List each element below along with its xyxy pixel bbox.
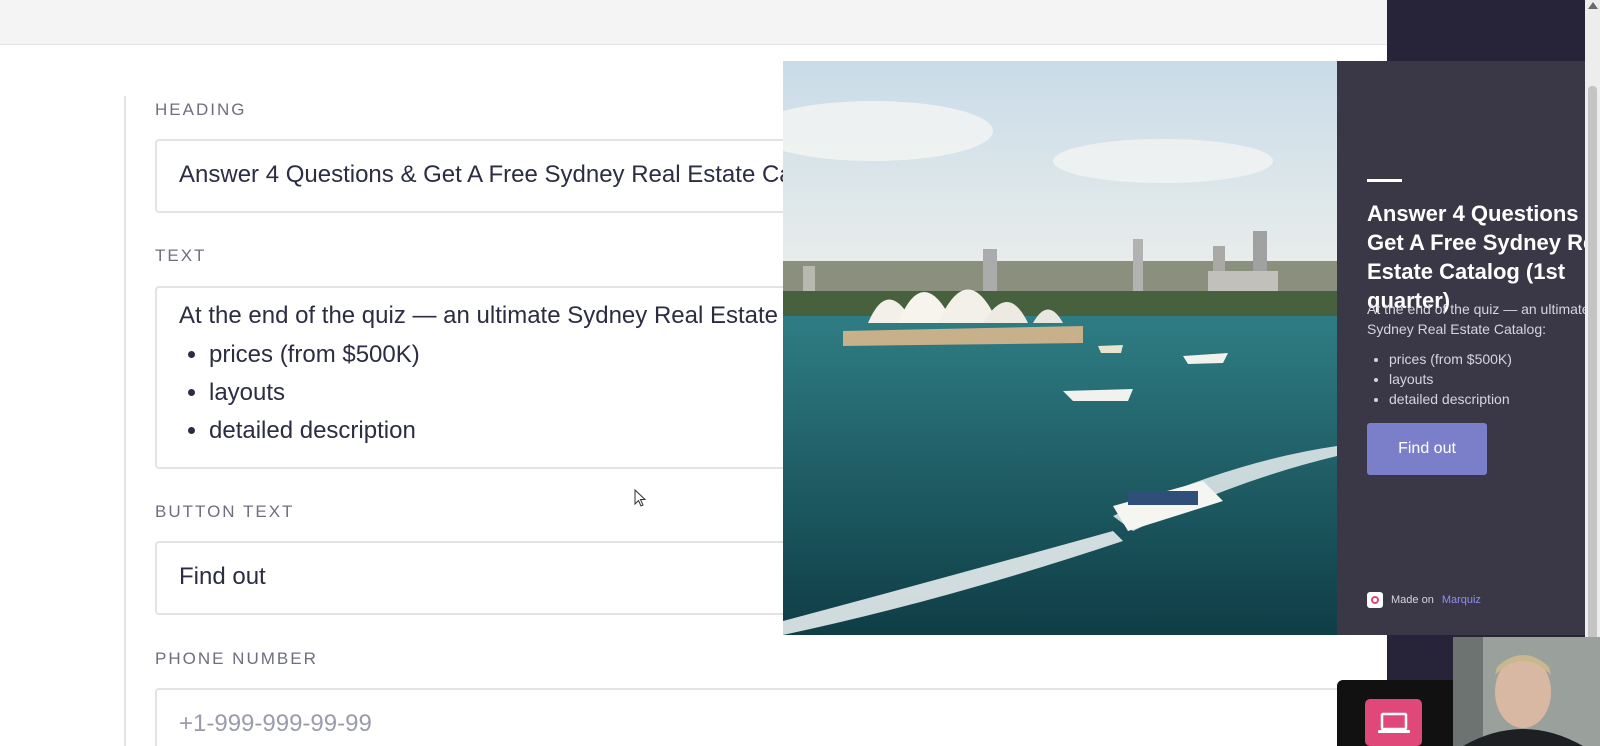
- phone-number-field[interactable]: +1-999-999-99-99: [155, 688, 1385, 746]
- find-out-button[interactable]: Find out: [1367, 423, 1487, 475]
- preview-list-item: prices (from $500K): [1389, 349, 1512, 369]
- text-label: TEXT: [155, 246, 207, 265]
- text-list-item: detailed description: [209, 412, 420, 450]
- preview-list-item: detailed description: [1389, 389, 1512, 409]
- laptop-button[interactable]: [1365, 699, 1422, 746]
- editor-guide-line: [124, 96, 126, 746]
- marquiz-logo-icon: [1367, 592, 1383, 608]
- text-intro: At the end of the quiz — an ultimate Syd…: [179, 302, 875, 329]
- button-text-value: Find out: [179, 563, 266, 590]
- marquiz-link[interactable]: Marquiz: [1442, 594, 1481, 606]
- heading-label: HEADING: [155, 100, 247, 119]
- made-on-text: Made on: [1391, 594, 1434, 606]
- scroll-up-arrow-icon[interactable]: [1588, 2, 1598, 9]
- text-list-item: layouts: [209, 374, 420, 412]
- laptop-icon: [1377, 712, 1410, 733]
- preview-description: At the end of the quiz — an ultimate Syd…: [1367, 301, 1585, 337]
- top-bar: [0, 0, 1387, 45]
- phone-number-placeholder: +1-999-999-99-99: [179, 710, 372, 737]
- title-dash: [1367, 179, 1402, 182]
- phone-number-label: PHONE NUMBER: [155, 649, 318, 668]
- quiz-info-panel: Answer 4 Questions & Get A Free Sydney R…: [1337, 61, 1585, 635]
- text-list-item: prices (from $500K): [209, 336, 420, 374]
- preview-list-item: layouts: [1389, 369, 1512, 389]
- preview-title: Answer 4 Questions & Get A Free Sydney R…: [1367, 201, 1585, 313]
- text-list: prices (from $500K) layouts detailed des…: [209, 336, 420, 450]
- quiz-preview: Answer 4 Questions & Get A Free Sydney R…: [783, 61, 1585, 635]
- made-on-marquiz: Made on Marquiz: [1367, 592, 1481, 608]
- webcam-video: [1453, 637, 1600, 746]
- sydney-harbour-photo: [783, 61, 1337, 635]
- mouse-cursor-icon: [634, 488, 647, 512]
- button-text-label: BUTTON TEXT: [155, 502, 295, 521]
- preview-list: prices (from $500K) layouts detailed des…: [1389, 349, 1512, 409]
